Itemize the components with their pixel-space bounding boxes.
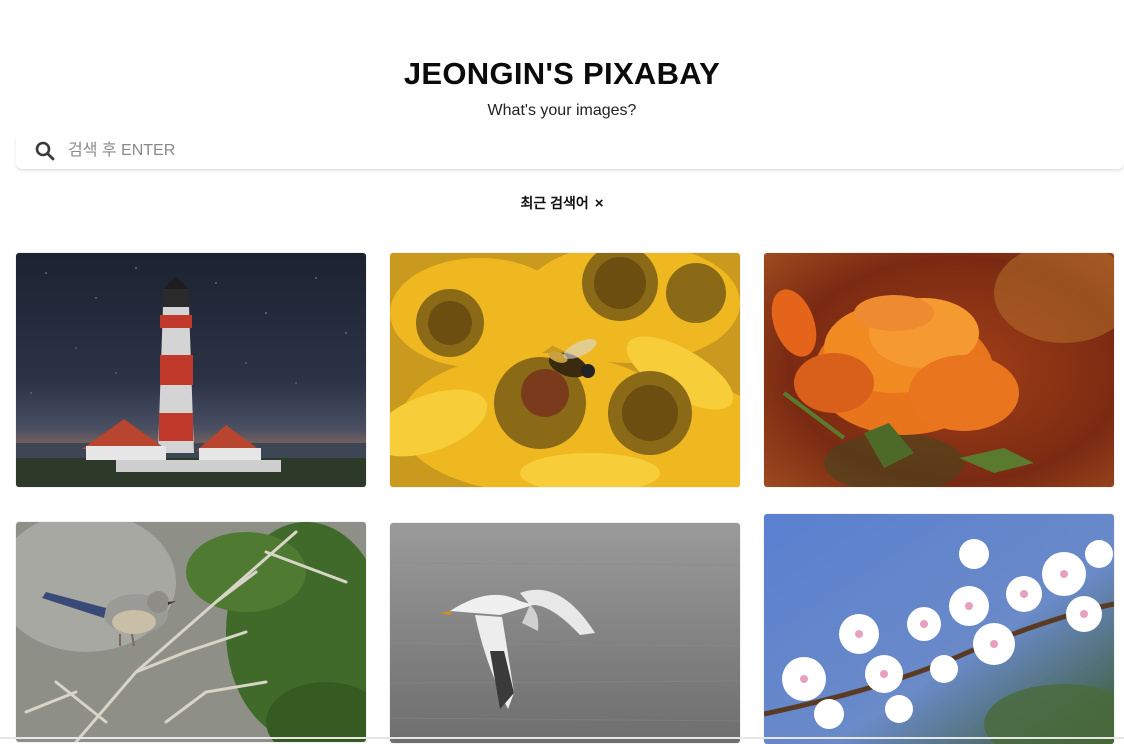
recent-searches-label: 최근 검색어 [520, 195, 589, 211]
image-card-seagull[interactable] [390, 523, 740, 743]
lighthouse-image [16, 253, 366, 487]
image-card-lighthouse[interactable] [16, 253, 366, 487]
blossom-image [764, 514, 1114, 744]
image-card-blossoms[interactable] [764, 514, 1114, 744]
image-card-orange-flower[interactable] [764, 253, 1114, 487]
image-card-bee-flowers[interactable] [390, 253, 740, 487]
page-title: JEONGIN'S PIXABAY [403, 56, 721, 91]
bird-image [16, 522, 366, 742]
seagull-image [390, 523, 740, 743]
page-subtitle: What's your images? [487, 102, 637, 119]
image-card-bird[interactable] [16, 522, 366, 742]
search-input[interactable] [66, 141, 970, 161]
orange-flower-image [764, 253, 1114, 487]
search-bar[interactable] [16, 133, 1124, 169]
close-icon[interactable]: × [595, 195, 604, 212]
search-icon [34, 140, 56, 162]
recent-searches: 최근 검색어 × [0, 193, 1124, 213]
bee-flower-image [390, 253, 740, 487]
